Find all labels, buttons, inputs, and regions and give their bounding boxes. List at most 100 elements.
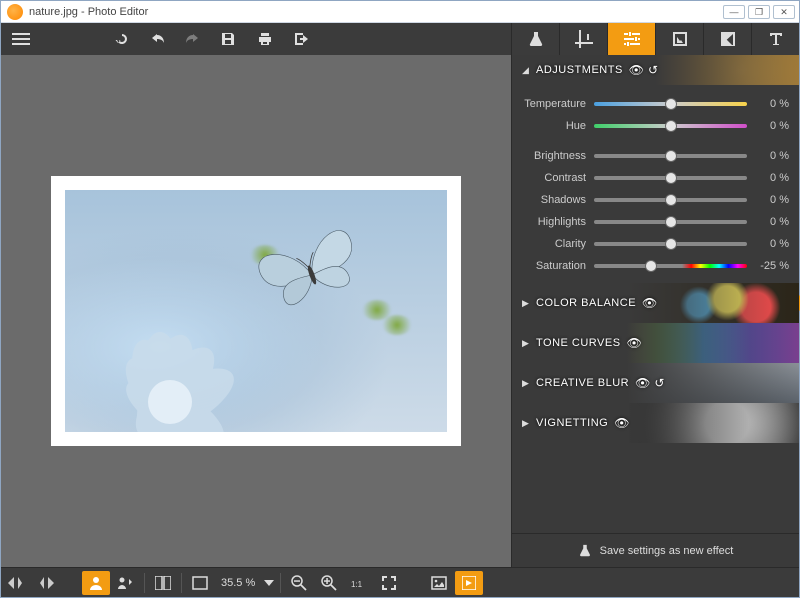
zoom-in-button[interactable]	[315, 571, 343, 595]
sliders-icon	[623, 30, 641, 48]
slider-saturation: Saturation -25 %	[522, 255, 789, 277]
visibility-icon[interactable]: 👁	[614, 416, 629, 430]
apply-button[interactable]	[455, 571, 483, 595]
slider-track[interactable]	[594, 198, 747, 202]
expand-icon: ▶	[522, 338, 532, 349]
slider-clarity: Clarity 0 %	[522, 233, 789, 255]
tab-watermark[interactable]	[655, 23, 703, 55]
flask-icon	[578, 544, 592, 558]
zoom-100-button[interactable]: 1:1	[345, 571, 373, 595]
person-icon	[89, 576, 103, 590]
tab-adjust[interactable]	[607, 23, 655, 55]
slider-thumb[interactable]	[665, 238, 677, 250]
slider-track[interactable]	[594, 124, 747, 128]
right-panel: ◢ ADJUSTMENTS 👁 ↺ Temperature 0 % Hue 0 …	[511, 55, 799, 567]
redo-button[interactable]	[175, 31, 207, 47]
undo-icon	[151, 31, 167, 47]
app-icon	[7, 4, 23, 20]
redo-icon	[183, 31, 199, 47]
flower-graphic	[85, 282, 285, 432]
preview-original-button[interactable]	[425, 571, 453, 595]
visibility-icon[interactable]: 👁	[629, 63, 644, 77]
section-title: COLOR BALANCE	[536, 297, 636, 309]
slider-thumb[interactable]	[665, 120, 677, 132]
slider-thumb[interactable]	[665, 172, 677, 184]
zoom-in-icon	[321, 575, 337, 591]
flask-icon	[527, 30, 545, 48]
visibility-icon[interactable]: 👁	[642, 296, 657, 310]
next-icon	[38, 577, 54, 589]
slider-track[interactable]	[594, 220, 747, 224]
tab-text[interactable]	[751, 23, 799, 55]
save-button[interactable]	[212, 31, 244, 47]
tab-effects[interactable]	[511, 23, 559, 55]
compare-view-button[interactable]	[112, 571, 140, 595]
export-button[interactable]	[286, 31, 318, 47]
content-area: ◢ ADJUSTMENTS 👁 ↺ Temperature 0 % Hue 0 …	[1, 55, 799, 567]
section-title: VIGNETTING	[536, 417, 608, 429]
reset-icon[interactable]: ↺	[654, 376, 664, 390]
window-title: nature.jpg - Photo Editor	[29, 6, 148, 18]
tab-texture[interactable]	[703, 23, 751, 55]
section-adjustments-header[interactable]: ◢ ADJUSTMENTS 👁 ↺	[512, 55, 799, 85]
image-icon	[431, 576, 447, 590]
slider-temperature: Temperature 0 %	[522, 93, 789, 115]
zoom-out-icon	[291, 575, 307, 591]
slider-track[interactable]	[594, 176, 747, 180]
menu-button[interactable]	[1, 30, 41, 48]
apply-icon	[462, 576, 476, 590]
split-view-button[interactable]	[149, 571, 177, 595]
slider-thumb[interactable]	[665, 194, 677, 206]
visibility-icon[interactable]: 👁	[627, 336, 642, 350]
slider-track[interactable]	[594, 242, 747, 246]
visibility-icon[interactable]: 👁	[635, 376, 650, 390]
slider-track[interactable]	[594, 102, 747, 106]
fullscreen-icon	[382, 576, 396, 590]
slider-thumb[interactable]	[665, 150, 677, 162]
slider-thumb[interactable]	[665, 216, 677, 228]
section-color-balance-header[interactable]: ▶ COLOR BALANCE 👁	[512, 283, 799, 323]
section-title: TONE CURVES	[536, 337, 621, 349]
prev-image-button[interactable]	[2, 571, 30, 595]
prev-icon	[8, 577, 24, 589]
slider-track[interactable]	[594, 264, 747, 268]
collapse-icon: ◢	[522, 65, 532, 76]
single-view-button[interactable]	[82, 571, 110, 595]
undo-all-button[interactable]	[106, 31, 138, 47]
app-window: nature.jpg - Photo Editor — ❐ ✕	[0, 0, 800, 598]
fit-window-button[interactable]	[186, 571, 214, 595]
canvas-area[interactable]	[1, 55, 511, 567]
tab-crop[interactable]	[559, 23, 607, 55]
statusbar: 35.5 % 1:1	[1, 567, 799, 597]
slider-contrast: Contrast 0 %	[522, 167, 789, 189]
section-vignetting-header[interactable]: ▶ VIGNETTING 👁	[512, 403, 799, 443]
text-icon	[767, 30, 785, 48]
titlebar: nature.jpg - Photo Editor — ❐ ✕	[1, 1, 799, 23]
close-button[interactable]: ✕	[773, 5, 795, 19]
slider-thumb[interactable]	[645, 260, 657, 272]
section-creative-blur-header[interactable]: ▶ CREATIVE BLUR 👁 ↺	[512, 363, 799, 403]
expand-icon: ▶	[522, 298, 532, 309]
section-title: ADJUSTMENTS	[536, 64, 623, 76]
expand-icon: ▶	[522, 418, 532, 429]
reset-icon[interactable]: ↺	[648, 63, 658, 77]
minimize-button[interactable]: —	[723, 5, 745, 19]
next-image-button[interactable]	[32, 571, 60, 595]
zoom-dropdown[interactable]	[262, 571, 276, 595]
zoom-out-button[interactable]	[285, 571, 313, 595]
floppy-icon	[220, 31, 236, 47]
expand-icon: ▶	[522, 378, 532, 389]
save-effect-button[interactable]: Save settings as new effect	[512, 533, 799, 567]
maximize-button[interactable]: ❐	[748, 5, 770, 19]
fullscreen-button[interactable]	[375, 571, 403, 595]
compare-icon	[117, 576, 135, 590]
split-icon	[155, 576, 171, 590]
section-tone-curves-header[interactable]: ▶ TONE CURVES 👁	[512, 323, 799, 363]
slider-track[interactable]	[594, 154, 747, 158]
print-button[interactable]	[249, 31, 281, 47]
image-preview	[51, 176, 461, 446]
undo-button[interactable]	[143, 31, 175, 47]
crop-icon	[575, 30, 593, 48]
undo-all-icon	[114, 31, 130, 47]
slider-thumb[interactable]	[665, 98, 677, 110]
